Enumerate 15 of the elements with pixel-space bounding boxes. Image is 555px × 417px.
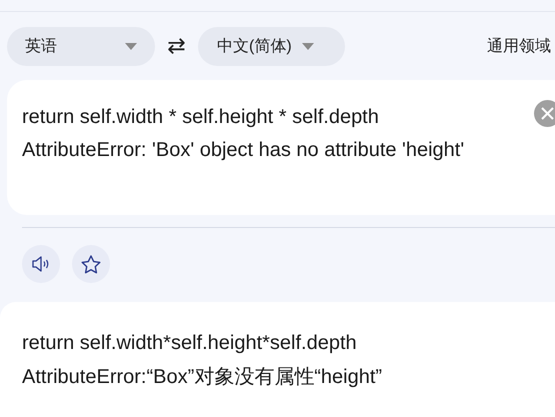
speaker-button[interactable] — [22, 245, 60, 283]
star-icon — [81, 254, 101, 274]
close-icon[interactable] — [534, 100, 555, 127]
domain-selector[interactable]: 通用领域 — [487, 36, 551, 56]
translation-line: AttributeError:“Box”对象没有属性“height” — [22, 365, 384, 390]
target-language-dropdown[interactable]: 中文(简体) — [198, 26, 345, 66]
translation-line: return self.width*self.height*self.depth — [22, 331, 358, 356]
dropdown-caret-icon — [125, 42, 137, 50]
star-button[interactable] — [72, 245, 110, 283]
swap-languages-button[interactable]: ⇄ — [155, 33, 198, 59]
dropdown-caret-icon — [302, 42, 314, 50]
speaker-icon — [32, 256, 50, 272]
source-language-dropdown[interactable]: 英语 — [7, 26, 155, 66]
source-text-line: return self.width * self.height * self.depth — [22, 105, 380, 130]
source-text-line: AttributeError: 'Box' object has no attribute 'height' — [22, 138, 466, 163]
